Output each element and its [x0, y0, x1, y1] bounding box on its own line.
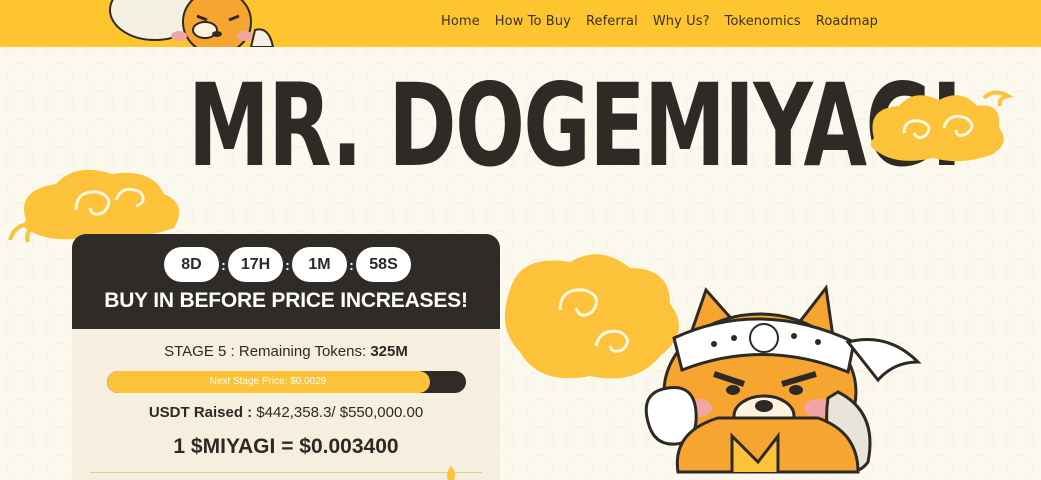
- hero-title: MR. DOGEMIYAGI: [188, 59, 962, 192]
- nav-how-to-buy-link[interactable]: How To Buy: [495, 14, 571, 29]
- presale-widget: 8D : 17H : 1M : 58S BUY IN BEFORE PRICE …: [72, 234, 500, 480]
- next-stage-price: Next Stage Price: $0.0029: [209, 376, 327, 387]
- countdown-hours: 17H: [228, 247, 283, 282]
- stage-label: STAGE 5 : Remaining Tokens:: [164, 343, 371, 360]
- countdown-separator: :: [349, 256, 354, 273]
- divider: [90, 472, 482, 473]
- presale-progress-bar: Next Stage Price: $0.0029: [107, 371, 466, 393]
- nav-links: Home How To Buy Referral Why Us? Tokenom…: [441, 14, 893, 29]
- countdown-separator: :: [285, 256, 290, 273]
- nav-why-us-link[interactable]: Why Us?: [653, 14, 710, 29]
- countdown-separator: :: [221, 256, 226, 273]
- raised-value: $442,358.3/ $550,000.00: [256, 404, 424, 421]
- usdt-raised: USDT Raised : $442,358.3/ $550,000.00: [72, 404, 500, 421]
- dog-mascot-icon: [644, 284, 922, 474]
- nav-referral-link[interactable]: Referral: [586, 14, 638, 29]
- nav-home-link[interactable]: Home: [441, 14, 480, 29]
- countdown-minutes: 1M: [292, 247, 347, 282]
- navbar: Home How To Buy Referral Why Us? Tokenom…: [0, 0, 1041, 47]
- fire-icon: [447, 466, 455, 480]
- countdown-seconds: 58S: [356, 247, 411, 282]
- presale-header: 8D : 17H : 1M : 58S BUY IN BEFORE PRICE …: [72, 234, 500, 329]
- countdown-days: 8D: [164, 247, 219, 282]
- countdown-timer: 8D : 17H : 1M : 58S: [164, 247, 411, 282]
- stage-info: STAGE 5 : Remaining Tokens: 325M: [72, 343, 500, 360]
- cloud-icon: [870, 90, 1014, 162]
- logo-dog-icon[interactable]: [105, 0, 275, 47]
- remaining-tokens: 325M: [370, 343, 408, 360]
- nav-tokenomics-link[interactable]: Tokenomics: [725, 14, 801, 29]
- token-price: 1 $MIYAGI = $0.003400: [173, 435, 399, 458]
- buy-heading: BUY IN BEFORE PRICE INCREASES!: [104, 289, 468, 312]
- raised-label: USDT Raised :: [148, 404, 257, 421]
- nav-roadmap-link[interactable]: Roadmap: [816, 14, 878, 29]
